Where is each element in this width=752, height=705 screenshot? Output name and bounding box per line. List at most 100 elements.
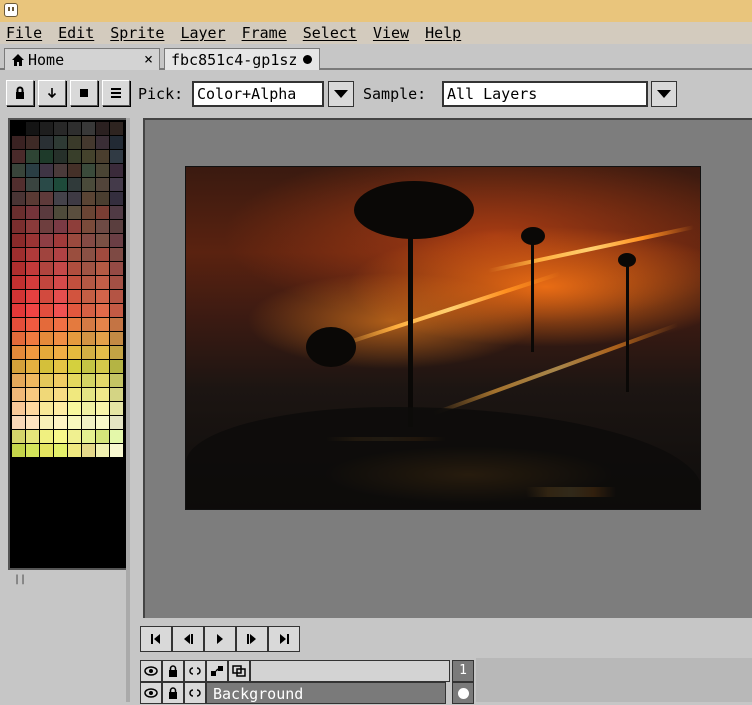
- palette-swatch[interactable]: [110, 136, 123, 149]
- palette-swatch[interactable]: [40, 430, 53, 443]
- palette-swatch[interactable]: [54, 290, 67, 303]
- palette-swatch[interactable]: [110, 318, 123, 331]
- layer-continuous-toggle[interactable]: [184, 682, 206, 704]
- palette-swatch[interactable]: [110, 430, 123, 443]
- palette-swatch[interactable]: [26, 332, 39, 345]
- palette-swatch[interactable]: [96, 304, 109, 317]
- palette-swatch[interactable]: [82, 304, 95, 317]
- palette-swatch[interactable]: [40, 346, 53, 359]
- palette-swatch[interactable]: [68, 150, 81, 163]
- menu-sprite[interactable]: Sprite: [110, 24, 164, 42]
- sample-dropdown-button[interactable]: [651, 81, 677, 107]
- palette-swatch[interactable]: [12, 206, 25, 219]
- palette-swatch[interactable]: [26, 346, 39, 359]
- palette-swatch[interactable]: [26, 234, 39, 247]
- palette-swatch[interactable]: [40, 318, 53, 331]
- play-button[interactable]: [204, 626, 236, 652]
- menu-view[interactable]: View: [373, 24, 409, 42]
- palette-swatch[interactable]: [82, 332, 95, 345]
- palette-swatch[interactable]: [54, 332, 67, 345]
- palette-swatch[interactable]: [26, 374, 39, 387]
- palette-swatch[interactable]: [96, 122, 109, 135]
- palette-swatch[interactable]: [26, 318, 39, 331]
- palette-swatch[interactable]: [40, 332, 53, 345]
- palette-resize-handle[interactable]: ||: [14, 574, 26, 585]
- palette-swatch[interactable]: [68, 402, 81, 415]
- palette-swatch[interactable]: [110, 276, 123, 289]
- palette-swatch[interactable]: [96, 290, 109, 303]
- layer-row-background[interactable]: Background: [140, 682, 446, 704]
- palette-swatch[interactable]: [96, 318, 109, 331]
- palette-swatch[interactable]: [96, 388, 109, 401]
- palette-swatch[interactable]: [82, 164, 95, 177]
- palette-swatch[interactable]: [96, 192, 109, 205]
- palette-swatch[interactable]: [54, 150, 67, 163]
- toggle-lock-button[interactable]: [162, 660, 184, 682]
- toggle-link-button[interactable]: [206, 660, 228, 682]
- palette-swatch[interactable]: [96, 416, 109, 429]
- palette-swatch[interactable]: [82, 444, 95, 457]
- palette-swatch[interactable]: [96, 360, 109, 373]
- palette-swatch[interactable]: [12, 402, 25, 415]
- palette-swatch[interactable]: [54, 430, 67, 443]
- palette-swatch[interactable]: [40, 262, 53, 275]
- palette-swatch[interactable]: [54, 136, 67, 149]
- palette-swatch[interactable]: [82, 220, 95, 233]
- palette-swatch[interactable]: [110, 150, 123, 163]
- palette-swatch[interactable]: [68, 234, 81, 247]
- palette-swatch[interactable]: [96, 150, 109, 163]
- palette-swatch[interactable]: [54, 164, 67, 177]
- palette-swatch[interactable]: [68, 388, 81, 401]
- palette-swatch[interactable]: [12, 150, 25, 163]
- menu-layer[interactable]: Layer: [180, 24, 225, 42]
- layer-visibility-toggle[interactable]: [140, 682, 162, 704]
- sprite-image[interactable]: [185, 166, 701, 510]
- palette-swatch[interactable]: [54, 276, 67, 289]
- palette-swatch[interactable]: [96, 374, 109, 387]
- palette-swatch[interactable]: [12, 220, 25, 233]
- palette-swatch[interactable]: [110, 290, 123, 303]
- menu-help[interactable]: Help: [425, 24, 461, 42]
- palette-swatch[interactable]: [82, 178, 95, 191]
- palette-swatch[interactable]: [12, 374, 25, 387]
- palette-swatch[interactable]: [12, 136, 25, 149]
- panel-splitter[interactable]: [126, 118, 130, 702]
- menu-file[interactable]: File: [6, 24, 42, 42]
- palette-swatch[interactable]: [40, 220, 53, 233]
- palette-swatch[interactable]: [96, 346, 109, 359]
- palette-swatch[interactable]: [12, 304, 25, 317]
- palette-swatch[interactable]: [40, 150, 53, 163]
- next-frame-button[interactable]: [236, 626, 268, 652]
- palette-swatch[interactable]: [96, 206, 109, 219]
- palette-swatch[interactable]: [68, 430, 81, 443]
- palette-swatch[interactable]: [82, 430, 95, 443]
- frame-number-header[interactable]: 1: [452, 660, 474, 682]
- palette-swatch[interactable]: [12, 318, 25, 331]
- palette-swatch[interactable]: [96, 262, 109, 275]
- palette-swatch[interactable]: [68, 276, 81, 289]
- palette-swatch[interactable]: [96, 248, 109, 261]
- pick-select[interactable]: Color+Alpha: [192, 81, 324, 107]
- palette-swatch[interactable]: [82, 374, 95, 387]
- palette-swatch[interactable]: [12, 248, 25, 261]
- palette-swatch[interactable]: [68, 262, 81, 275]
- palette-swatch[interactable]: [40, 248, 53, 261]
- palette-swatch[interactable]: [12, 332, 25, 345]
- tab-sprite[interactable]: fbc851c4-gp1sz: [164, 48, 320, 70]
- palette-swatch[interactable]: [40, 164, 53, 177]
- palette-swatch[interactable]: [68, 136, 81, 149]
- palette-swatch[interactable]: [40, 360, 53, 373]
- palette-swatch[interactable]: [68, 290, 81, 303]
- palette-swatch[interactable]: [68, 444, 81, 457]
- palette-swatch[interactable]: [82, 262, 95, 275]
- lock-button[interactable]: [6, 80, 34, 106]
- palette-swatch[interactable]: [26, 178, 39, 191]
- palette-swatch[interactable]: [96, 332, 109, 345]
- palette-swatch[interactable]: [26, 192, 39, 205]
- palette-swatch[interactable]: [54, 444, 67, 457]
- palette-swatch[interactable]: [26, 388, 39, 401]
- palette-swatch[interactable]: [26, 248, 39, 261]
- palette-swatch[interactable]: [26, 164, 39, 177]
- cel[interactable]: [452, 682, 474, 704]
- palette-swatch[interactable]: [82, 192, 95, 205]
